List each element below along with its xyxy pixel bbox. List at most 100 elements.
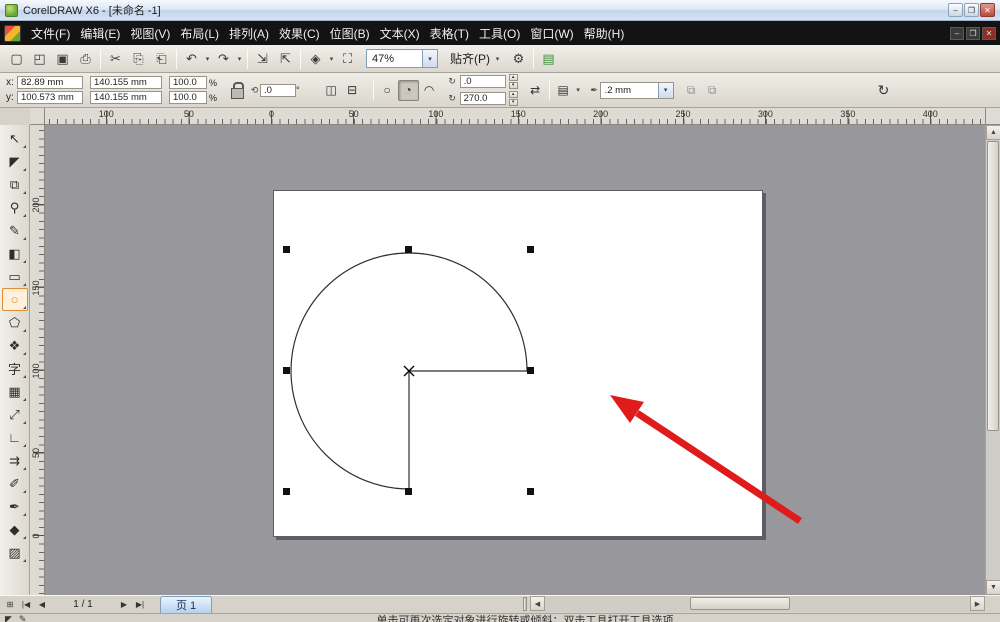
wrap-text-button[interactable]: ▤ [553,80,574,101]
paste-button[interactable]: ⎗ [150,48,173,70]
copy-button[interactable]: ⎘ [127,48,150,70]
fill-tool[interactable]: ◆ [2,518,28,541]
save-button[interactable]: ▣ [51,48,74,70]
drawing-canvas[interactable] [45,125,985,595]
mirror-vertical-button[interactable]: ⊟ [342,80,363,101]
dimension-tool[interactable]: ⤢ [2,403,28,426]
outline-width-combo[interactable]: .2 mm ▾ [599,81,674,99]
polygon-tool[interactable]: ⬠ [2,311,28,334]
next-page-button[interactable]: ▶ [116,597,132,612]
application-launcher-button[interactable]: ◈ [304,48,327,70]
ruler-options-button[interactable] [985,108,1000,125]
zoom-level-combo[interactable]: 47% ▾ [366,49,438,68]
menu-item-10[interactable]: 窗口(W) [525,22,578,45]
add-page-button[interactable]: ⊞ [2,597,18,612]
menu-item-0[interactable]: 文件(F) [26,22,75,45]
print-button[interactable]: ⎙ [74,48,97,70]
start-angle-field[interactable]: .0 [459,75,506,88]
blend-tool[interactable]: ⇉ [2,449,28,472]
redo-button-dropdown-arrow-icon[interactable]: ▾ [235,55,244,63]
end-angle-field[interactable]: 270.0 [459,92,506,105]
menu-item-8[interactable]: 表格(T) [425,22,474,45]
scroll-down-button[interactable]: ▼ [986,580,1000,595]
scale-h-field[interactable]: 100.0 [169,76,207,89]
application-launcher-button-dropdown-arrow-icon[interactable]: ▾ [327,55,336,63]
connector-tool[interactable]: ∟ [2,426,28,449]
mirror-horizontal-button[interactable]: ◫ [321,80,342,101]
undo-button-dropdown-arrow-icon[interactable]: ▾ [203,55,212,63]
import-button[interactable]: ⇲ [251,48,274,70]
minimize-button[interactable]: – [948,3,963,17]
last-page-button[interactable]: ▶| [132,597,148,612]
basic-shapes-tool[interactable]: ❖ [2,334,28,357]
welcome-screen-button[interactable]: ▤ [537,48,560,70]
doc-minimize-button[interactable]: – [950,26,964,40]
menu-item-4[interactable]: 排列(A) [224,22,274,45]
menu-item-11[interactable]: 帮助(H) [579,22,630,45]
scroll-left-button[interactable]: ◀ [530,596,545,611]
undo-button[interactable]: ↶ [180,48,203,70]
doc-close-button[interactable]: ✕ [982,26,996,40]
menu-item-2[interactable]: 视图(V) [125,22,175,45]
new-document-button[interactable]: ▢ [5,48,28,70]
fullscreen-preview-button[interactable]: ⛶ [336,48,359,70]
menu-item-6[interactable]: 位图(B) [325,22,375,45]
zoom-tool[interactable]: ⚲ [2,196,28,219]
close-button[interactable]: ✕ [980,3,995,17]
lock-ratio-button[interactable] [229,82,245,99]
redo-button[interactable]: ↷ [212,48,235,70]
horizontal-scroll-thumb[interactable] [690,597,790,610]
rectangle-tool[interactable]: ▭ [2,265,28,288]
vertical-scrollbar[interactable]: ▲ ▼ [985,125,1000,595]
outline-dropdown-arrow-icon[interactable]: ▾ [657,82,673,98]
wrap-dropdown-arrow-icon[interactable]: ▾ [574,86,583,94]
interactive-fill-tool[interactable]: ▨ [2,541,28,564]
shape-tool[interactable]: ◤ [2,150,28,173]
vertical-scroll-thumb[interactable] [987,141,999,431]
menu-item-5[interactable]: 效果(C) [274,22,325,45]
menu-item-1[interactable]: 编辑(E) [75,22,125,45]
crop-tool[interactable]: ⧉ [2,173,28,196]
previous-page-button[interactable]: ◀ [34,597,50,612]
arc-mode-button[interactable]: ◠ [419,80,440,101]
horizontal-scrollbar[interactable]: ◀ ▶ [530,596,985,612]
maximize-button[interactable]: ❐ [964,3,979,17]
pick-tool[interactable]: ↖ [2,127,28,150]
scale-v-field[interactable]: 100.0 [169,91,207,104]
eyedropper-tool[interactable]: ✐ [2,472,28,495]
table-tool[interactable]: ▦ [2,380,28,403]
freehand-tool[interactable]: ✎ [2,219,28,242]
vertical-ruler[interactable]: 200 150 100 50 0 [30,125,45,595]
options-button[interactable]: ⚙ [507,48,530,70]
menu-item-7[interactable]: 文本(X) [375,22,425,45]
outline-pen-tool[interactable]: ✒ [2,495,28,518]
snap-dropdown[interactable]: 贴齐(P) ▾ [450,50,502,67]
zoom-dropdown-arrow-icon[interactable]: ▾ [422,50,437,67]
document-page[interactable] [273,190,763,537]
scroll-up-button[interactable]: ▲ [986,125,1000,140]
doc-restore-button[interactable]: ❐ [966,26,980,40]
pie-mode-button[interactable]: ◔ [397,79,419,101]
menu-item-9[interactable]: 工具(O) [474,22,525,45]
horizontal-ruler[interactable]: 100 50 0 50 100 150 200 250 300 350 400 [45,108,985,125]
x-position-field[interactable]: 82.89 mm [17,76,83,89]
text-tool[interactable]: 字 [2,357,28,380]
object-width-field[interactable]: 140.155 mm [90,76,162,89]
pane-splitter[interactable] [523,597,527,611]
end-angle-spinner[interactable]: ▴ ▾ [508,91,518,106]
page-tab-1[interactable]: 页 1 [160,596,213,613]
object-height-field[interactable]: 140.155 mm [90,91,162,104]
cut-button[interactable]: ✂ [104,48,127,70]
open-button[interactable]: ◰ [28,48,51,70]
ellipse-mode-button[interactable]: ○ [377,80,398,101]
circular-arrows-button[interactable]: ↻ [873,80,894,101]
change-direction-button[interactable]: ⇄ [525,80,546,101]
ellipse-tool[interactable]: ○ [1,288,28,311]
first-page-button[interactable]: |◀ [18,597,34,612]
rotation-angle-field[interactable]: .0 [260,83,297,97]
y-position-field[interactable]: 100.573 mm [17,91,83,104]
smart-fill-tool[interactable]: ◧ [2,242,28,265]
scroll-right-button[interactable]: ▶ [970,596,985,611]
menu-item-3[interactable]: 布局(L) [175,22,224,45]
export-button[interactable]: ⇱ [274,48,297,70]
